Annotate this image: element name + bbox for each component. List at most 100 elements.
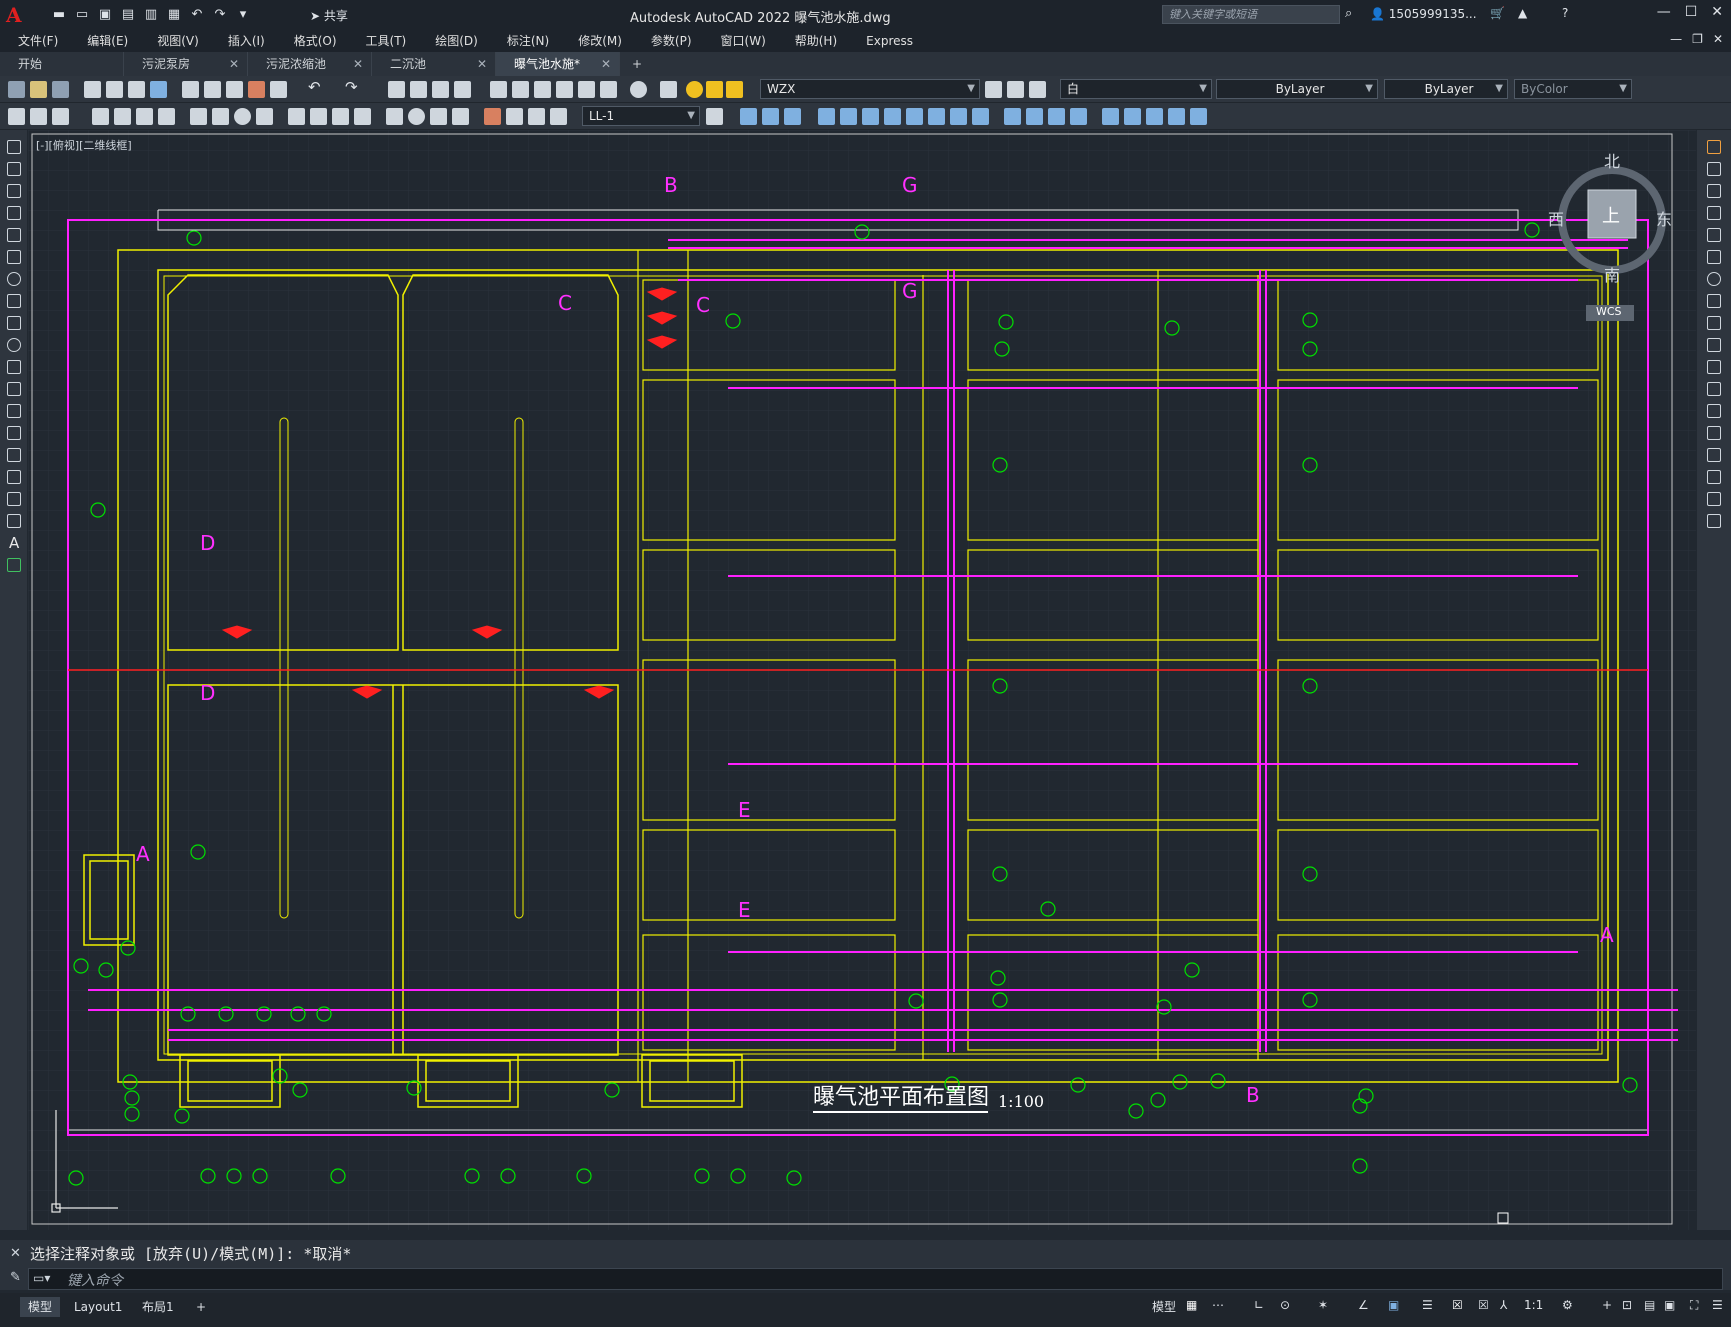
undo-icon[interactable]: ↶ xyxy=(188,5,206,23)
paste-icon[interactable] xyxy=(226,81,243,98)
menu-view[interactable]: 视图(V) xyxy=(139,30,210,52)
plotstyle-dropdown[interactable]: ByColor ▼ xyxy=(1514,79,1632,99)
point-icon[interactable] xyxy=(7,426,21,440)
save-icon[interactable]: ▣ xyxy=(96,5,114,23)
dimstyle-dropdown[interactable]: LL-1 ▼ xyxy=(582,106,700,126)
layer-properties-icon[interactable] xyxy=(660,81,677,98)
snap-icon[interactable]: ⋯ xyxy=(1212,1298,1224,1312)
annotation-monitor-icon[interactable]: + xyxy=(1602,1298,1612,1312)
menu-dimension[interactable]: 标注(N) xyxy=(489,30,560,52)
quick-dimension-icon[interactable] xyxy=(288,108,305,125)
move-icon[interactable] xyxy=(1707,250,1721,264)
quick-properties-icon[interactable]: ▤ xyxy=(1644,1298,1655,1312)
baseline-dimension-icon[interactable] xyxy=(310,108,327,125)
save-icon[interactable] xyxy=(52,81,69,98)
customization-icon[interactable]: ☰ xyxy=(1712,1298,1723,1312)
redo-icon[interactable]: ↷ xyxy=(345,78,362,96)
polyline-icon[interactable] xyxy=(7,184,21,198)
help-icon[interactable]: ? xyxy=(1562,6,1568,20)
ellipse-arc-icon[interactable] xyxy=(7,360,21,374)
line-icon[interactable] xyxy=(7,140,21,154)
design-center-icon[interactable] xyxy=(512,81,529,98)
add-selected-icon[interactable] xyxy=(7,558,21,572)
dimension-style-icon[interactable] xyxy=(550,108,567,125)
gradient-icon[interactable] xyxy=(7,470,21,484)
rotate-icon[interactable] xyxy=(884,108,901,125)
dimension-update-icon[interactable] xyxy=(528,108,545,125)
command-input[interactable]: ▭▾ 键入命令 xyxy=(28,1268,1723,1290)
doc-close-icon[interactable]: ✕ xyxy=(1713,32,1723,46)
open-web-icon[interactable]: ▥ xyxy=(142,5,160,23)
menu-edit[interactable]: 编辑(E) xyxy=(69,30,139,52)
group-icon[interactable] xyxy=(1146,108,1163,125)
command-prompt-icon[interactable]: ▭▾ xyxy=(33,1271,50,1285)
properties-icon[interactable] xyxy=(490,81,507,98)
layer-previous-icon[interactable] xyxy=(1007,81,1024,98)
trim-icon[interactable] xyxy=(950,108,967,125)
help-icon[interactable] xyxy=(630,81,647,98)
viewcube-east[interactable]: 东 xyxy=(1656,206,1672,230)
aligned-dimension-icon[interactable] xyxy=(114,108,131,125)
layer-on-icon[interactable] xyxy=(686,81,703,98)
layer-lock-icon[interactable] xyxy=(726,81,743,98)
center-mark-icon[interactable] xyxy=(408,108,425,125)
chamfer-icon[interactable] xyxy=(1048,108,1065,125)
viewcube[interactable]: 北 南 东 西 上 WCS xyxy=(1548,148,1672,330)
arc-length-icon[interactable] xyxy=(136,108,153,125)
tab-close-icon[interactable]: ✕ xyxy=(601,52,611,76)
diameter-dimension-icon[interactable] xyxy=(234,108,251,125)
user-account[interactable]: 👤 1505999135... xyxy=(1370,7,1477,21)
offset-icon[interactable] xyxy=(1707,206,1721,220)
stretch-icon[interactable] xyxy=(928,108,945,125)
viewport-controls[interactable]: [-][俯视][二维线框] xyxy=(36,137,132,153)
pan-icon[interactable] xyxy=(388,81,405,98)
layout-tab-layout-cn1[interactable]: 布局1 xyxy=(134,1297,182,1317)
break-icon[interactable] xyxy=(1707,404,1721,418)
search-icon[interactable]: ⌕ xyxy=(1345,6,1352,21)
circle-icon[interactable] xyxy=(7,272,21,286)
explode-icon[interactable] xyxy=(1707,514,1721,528)
plot-preview-icon[interactable] xyxy=(106,81,123,98)
tab-close-icon[interactable]: ✕ xyxy=(229,52,239,76)
cad-drawing[interactable]: B G G C C D D A E E A B 曝气池平面布置图 1:100 xyxy=(28,130,1696,1230)
viewcube-north[interactable]: 北 xyxy=(1604,148,1620,172)
maximize-icon[interactable]: ☐ xyxy=(1685,4,1698,20)
auto-scale-icon[interactable]: ☒ xyxy=(1478,1298,1489,1312)
tab-close-icon[interactable]: ✕ xyxy=(477,52,487,76)
jogged-linear-icon[interactable] xyxy=(452,108,469,125)
grid-icon[interactable]: ▦ xyxy=(1186,1298,1197,1312)
zoom-previous-icon[interactable] xyxy=(454,81,471,98)
tolerance-icon[interactable] xyxy=(386,108,403,125)
make-block-icon[interactable] xyxy=(7,404,21,418)
menu-insert[interactable]: 插入(I) xyxy=(210,30,276,52)
array-icon[interactable] xyxy=(840,108,857,125)
3d-dwf-icon[interactable] xyxy=(150,81,167,98)
cut-icon[interactable] xyxy=(182,81,199,98)
tool-palettes-icon[interactable] xyxy=(534,81,551,98)
rotate-icon[interactable] xyxy=(1707,272,1721,286)
insert-block-icon[interactable] xyxy=(7,382,21,396)
plot-icon[interactable]: ▦ xyxy=(165,5,183,23)
layer-tools-icon[interactable] xyxy=(30,108,47,125)
menu-parametric[interactable]: 参数(P) xyxy=(633,30,703,52)
new-tab-icon[interactable]: + xyxy=(620,52,654,76)
region-icon[interactable] xyxy=(7,492,21,506)
share-button[interactable]: ➤ 共享 xyxy=(310,7,348,24)
menu-tools[interactable]: 工具(T) xyxy=(348,30,418,52)
offset-icon[interactable] xyxy=(818,108,835,125)
layer-dropdown[interactable]: WZX ▼ xyxy=(760,79,980,99)
graphics-performance-icon[interactable]: ▣ xyxy=(1664,1298,1675,1312)
angular-dimension-icon[interactable] xyxy=(256,108,273,125)
workspace-gear-icon[interactable]: ⚙ xyxy=(1562,1298,1573,1312)
osnap-icon[interactable]: ∠ xyxy=(1358,1298,1369,1312)
open-icon[interactable]: ▭ xyxy=(73,5,91,23)
array-icon[interactable] xyxy=(1707,228,1721,242)
ordinate-dimension-icon[interactable] xyxy=(158,108,175,125)
spline-icon[interactable] xyxy=(7,316,21,330)
dimension-space-icon[interactable] xyxy=(354,108,371,125)
model-space-button[interactable]: 模型 xyxy=(1152,1298,1176,1315)
tab-aeration-tank[interactable]: 曝气池水施* ✕ xyxy=(496,52,620,76)
scale-icon[interactable] xyxy=(1707,294,1721,308)
autocad-logo-icon[interactable]: A xyxy=(6,3,22,27)
lineweight-dropdown[interactable]: ByLayer ▼ xyxy=(1384,79,1508,99)
